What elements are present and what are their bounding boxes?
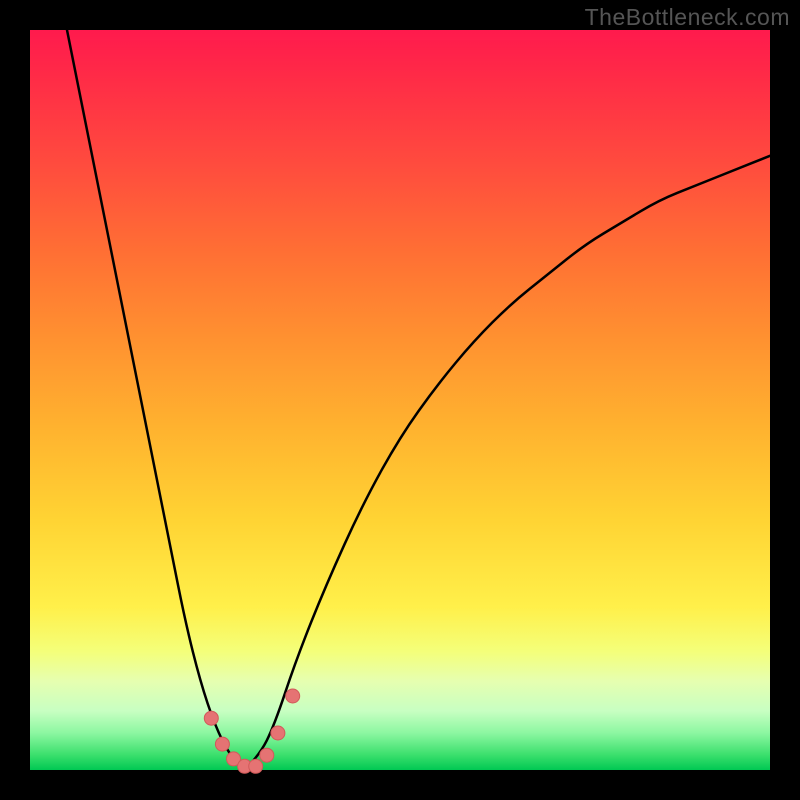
valley-marker-6 <box>271 726 285 740</box>
curve-layer <box>30 30 770 770</box>
gradient-plot-area <box>30 30 770 770</box>
valley-marker-7 <box>286 689 300 703</box>
chart-frame: TheBottleneck.com <box>0 0 800 800</box>
valley-marker-0 <box>204 711 218 725</box>
valley-marker-4 <box>249 759 263 773</box>
valley-marker-1 <box>215 737 229 751</box>
right-curve <box>245 156 770 770</box>
valley-marker-5 <box>260 748 274 762</box>
left-curve <box>67 30 245 770</box>
watermark-text: TheBottleneck.com <box>585 4 790 31</box>
